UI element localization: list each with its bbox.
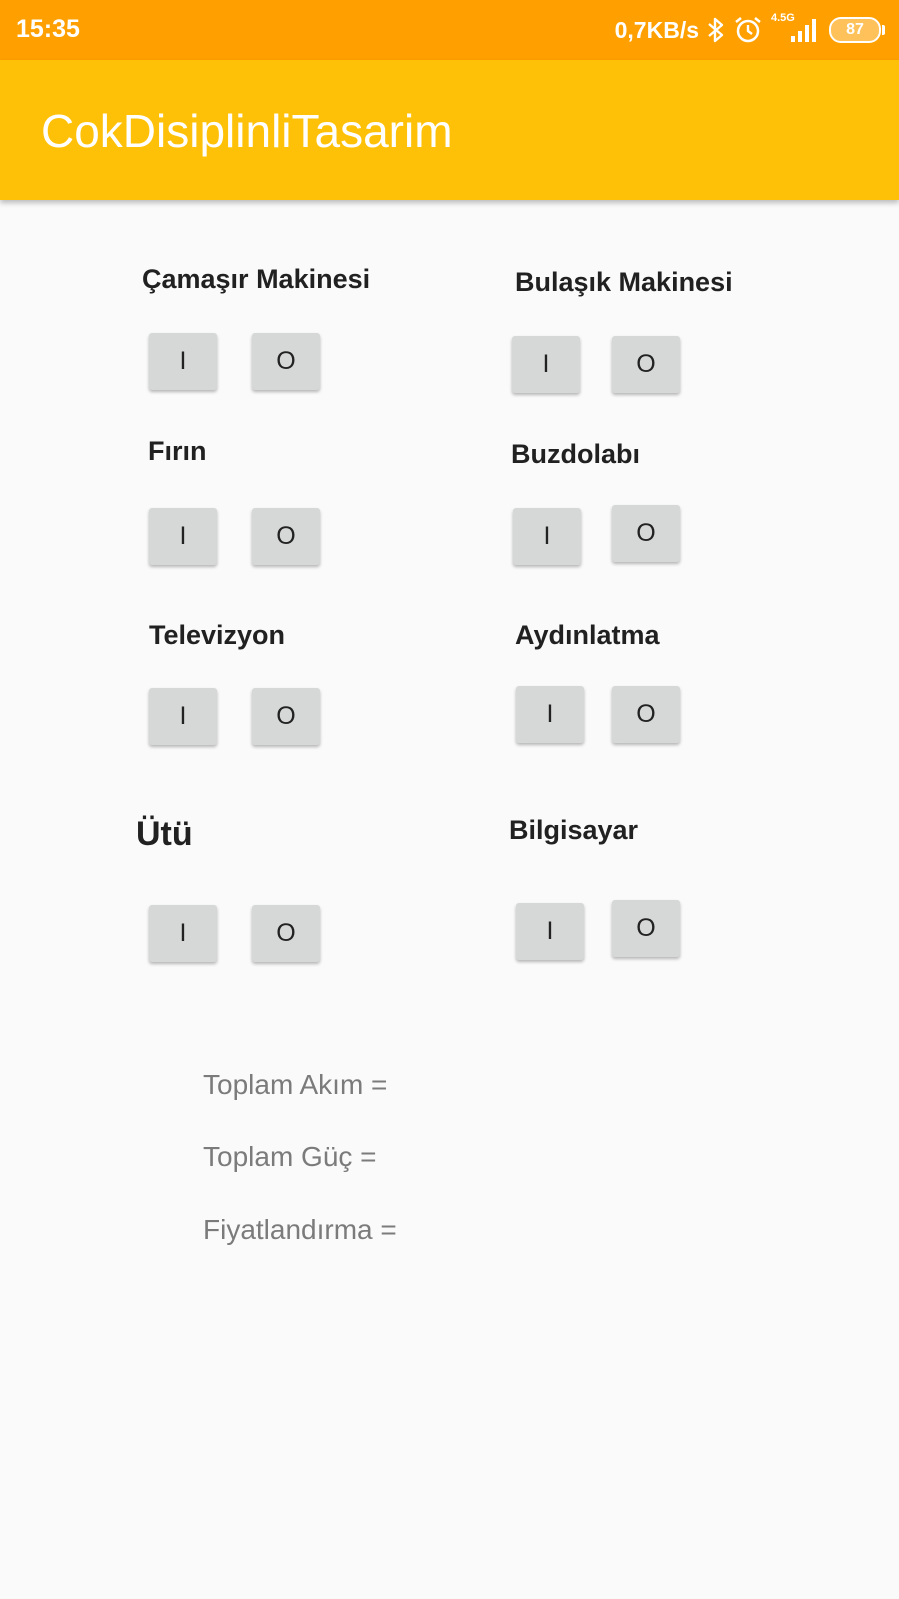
computer-off-button[interactable]: O [612, 900, 680, 957]
alarm-icon [735, 17, 761, 43]
status-bar: 15:35 0,7KB/s 4.5G 87 [0, 0, 899, 60]
status-icons: 0,7KB/s 4.5G 87 [614, 12, 885, 46]
refrigerator-on-button[interactable]: I [513, 508, 581, 565]
network-speed: 0,7KB/s [614, 16, 699, 43]
total-power-label: Toplam Güç = [203, 1141, 377, 1172]
television-on-button[interactable]: I [149, 688, 217, 745]
television-off-button[interactable]: O [252, 688, 320, 745]
washing-machine-on-button[interactable]: I [149, 333, 217, 390]
appliance-label-dishwasher: Bulaşık Makinesi [515, 267, 733, 297]
battery-icon: 87 [829, 17, 885, 43]
appliance-label-washing-machine: Çamaşır Makinesi [142, 264, 371, 294]
appliance-label-refrigerator: Buzdolabı [511, 439, 640, 469]
appliance-label-iron: Ütü [136, 815, 193, 853]
appliance-label-computer: Bilgisayar [509, 815, 639, 845]
lighting-on-button[interactable]: I [516, 686, 584, 743]
dishwasher-on-button[interactable]: I [512, 336, 580, 393]
computer-on-button[interactable]: I [516, 903, 584, 960]
oven-off-button[interactable]: O [252, 508, 320, 565]
app-bar: CokDisiplinliTasarim [0, 60, 899, 200]
iron-on-button[interactable]: I [149, 905, 217, 962]
appliance-label-television: Televizyon [149, 620, 286, 650]
appliance-label-lighting: Aydınlatma [515, 620, 660, 650]
iron-off-button[interactable]: O [252, 905, 320, 962]
app-title: CokDisiplinliTasarim [41, 105, 453, 157]
signal-icon: 4.5G [771, 12, 821, 46]
lighting-off-button[interactable]: O [612, 686, 680, 743]
appliance-label-oven: Fırın [148, 436, 207, 466]
dishwasher-off-button[interactable]: O [612, 336, 680, 393]
pricing-label: Fiyatlandırma = [203, 1214, 397, 1245]
washing-machine-off-button[interactable]: O [252, 333, 320, 390]
total-current-label: Toplam Akım = [203, 1069, 388, 1100]
status-time: 15:35 [16, 15, 80, 43]
refrigerator-off-button[interactable]: O [612, 505, 680, 562]
oven-on-button[interactable]: I [149, 508, 217, 565]
bluetooth-icon [708, 17, 724, 43]
battery-level: 87 [846, 21, 864, 38]
